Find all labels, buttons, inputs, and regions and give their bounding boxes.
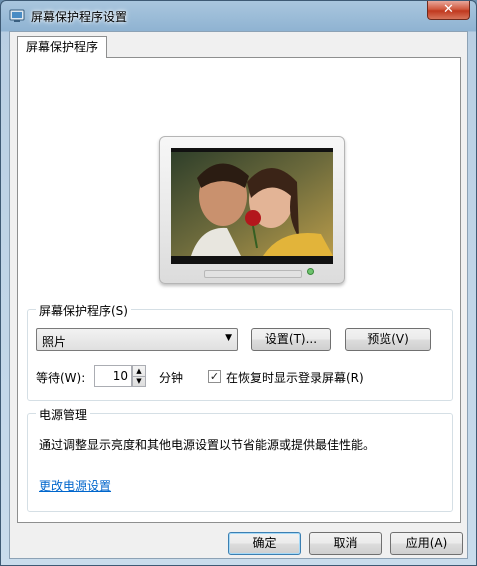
tab-panel: 屏幕保护程序(S) 照片 ▼ 设置(T)... 预览(V) 等待(W): 10 …	[17, 57, 461, 523]
apply-button[interactable]: 应用(A)	[390, 532, 463, 555]
wait-unit-label: 分钟	[159, 371, 184, 385]
change-power-settings-link[interactable]: 更改电源设置	[39, 477, 111, 494]
chevron-down-icon: ▼	[225, 333, 232, 343]
spin-down-icon[interactable]: ▼	[133, 376, 145, 386]
screensaver-settings-window: 屏幕保护程序设置 ✕ 屏幕保护程序 屏幕保护程序(S) 照片 ▼ 设置(T)..…	[0, 0, 477, 566]
resume-logon-checkbox[interactable]: ✓	[208, 370, 221, 383]
power-group: 电源管理 通过调整显示亮度和其他电源设置以节省能源或提供最佳性能。 更改电源设置	[27, 406, 453, 512]
cancel-button[interactable]: 取消	[309, 532, 382, 555]
close-button[interactable]: ✕	[427, 1, 470, 20]
screensaver-group-label: 屏幕保护程序(S)	[36, 302, 131, 319]
ok-button[interactable]: 确定	[228, 532, 301, 555]
preview-button[interactable]: 预览(V)	[345, 328, 431, 351]
title-bar[interactable]: 屏幕保护程序设置 ✕	[1, 1, 476, 31]
wait-minutes-spinner[interactable]: ▲ ▼	[132, 365, 146, 387]
tab-screensaver[interactable]: 屏幕保护程序	[17, 36, 108, 58]
screensaver-select[interactable]: 照片 ▼	[36, 328, 238, 351]
screensaver-group: 屏幕保护程序(S) 照片 ▼ 设置(T)... 预览(V) 等待(W): 10 …	[27, 302, 453, 401]
monitor-preview	[159, 136, 345, 284]
settings-button[interactable]: 设置(T)...	[251, 328, 331, 351]
screensaver-selected-value: 照片	[42, 335, 67, 349]
checkmark-icon: ✓	[209, 370, 220, 383]
monitor-stand	[204, 270, 302, 278]
wait-label: 等待(W):	[36, 371, 86, 385]
wait-minutes-input[interactable]: 10	[94, 365, 132, 387]
window-title: 屏幕保护程序设置	[31, 10, 128, 24]
power-group-label: 电源管理	[36, 406, 91, 423]
preview-photo	[171, 148, 333, 264]
resume-logon-label[interactable]: 在恢复时显示登录屏幕(R)	[226, 369, 364, 386]
power-description: 通过调整显示亮度和其他电源设置以节省能源或提供最佳性能。	[39, 438, 376, 452]
close-icon: ✕	[443, 2, 454, 17]
preview-screen	[171, 148, 333, 264]
dialog-client-area: 屏幕保护程序 屏幕保护程序(S) 照片 ▼ 设置(T)... 预览(V) 等待(…	[9, 31, 468, 559]
power-led-icon	[307, 268, 314, 275]
screensaver-app-icon	[9, 9, 25, 22]
